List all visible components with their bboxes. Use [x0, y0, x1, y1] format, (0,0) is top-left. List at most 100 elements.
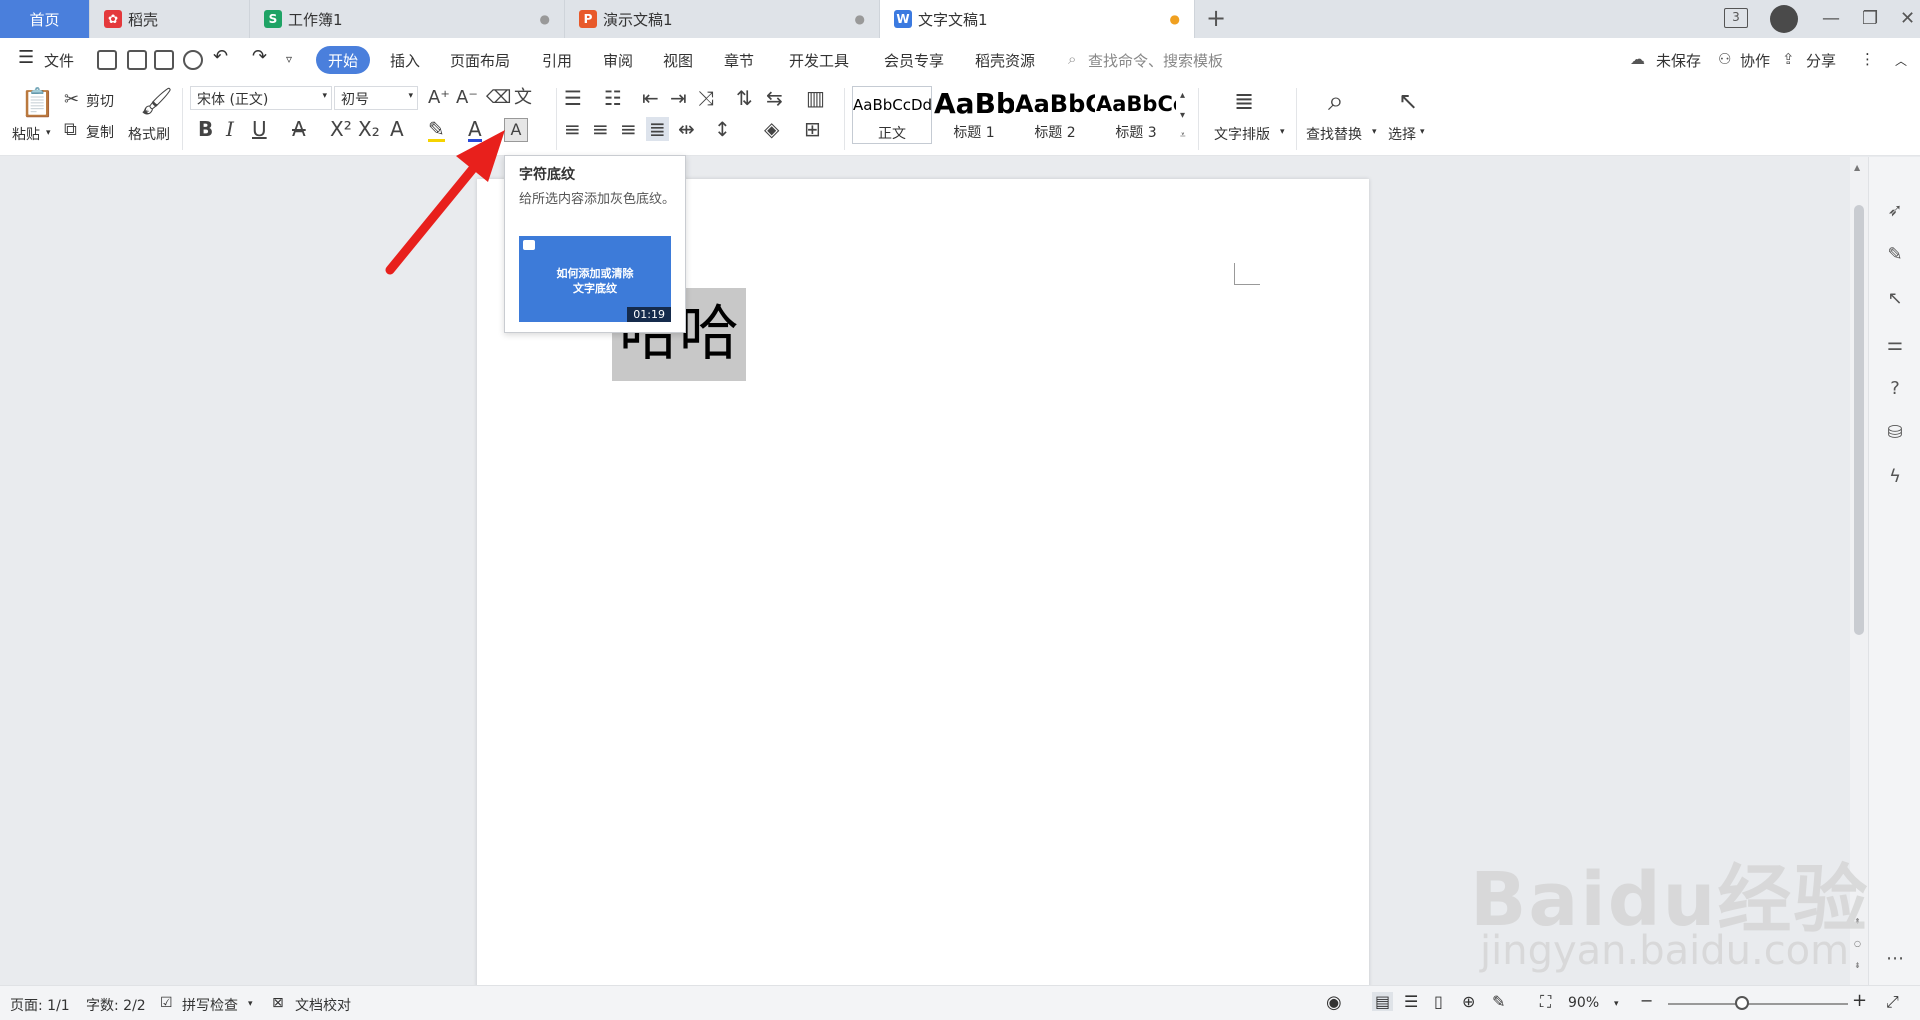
adjust-icon[interactable]: ⚌ — [1883, 333, 1907, 357]
superscript-icon[interactable]: X² — [330, 119, 352, 139]
command-search-input[interactable]: 查找命令、搜索模板 — [1088, 50, 1223, 71]
tab-page-layout[interactable]: 页面布局 — [450, 50, 510, 71]
pointer-icon[interactable]: ↖ — [1883, 287, 1907, 311]
tab-start[interactable]: 开始 — [316, 46, 370, 74]
more-options-icon[interactable]: ⋮ — [1860, 50, 1875, 68]
align-left-icon[interactable]: ≡ — [564, 119, 581, 139]
page-indicator[interactable]: 页面: 1/1 — [10, 995, 70, 1015]
find-replace-button[interactable]: 查找替换 — [1306, 124, 1362, 144]
print-icon[interactable] — [154, 50, 174, 70]
tab-references[interactable]: 引用 — [542, 50, 572, 71]
gallery-scroll-up-icon[interactable]: ▴ — [1180, 86, 1185, 106]
rocket-icon[interactable]: ➶ — [1883, 199, 1907, 223]
style-normal[interactable]: AaBbCcDd 正文 — [852, 86, 932, 144]
copy-button[interactable]: 复制 — [86, 122, 114, 142]
clear-formatting-icon[interactable]: ⌫ — [486, 88, 511, 108]
reading-view-icon[interactable]: ▯ — [1434, 992, 1443, 1011]
minimize-icon[interactable]: — — [1822, 8, 1840, 29]
strikethrough-icon[interactable]: A — [292, 119, 306, 139]
format-painter-button[interactable]: 格式刷 — [128, 124, 170, 144]
share-button[interactable]: 分享 — [1806, 50, 1836, 71]
tab-presentation[interactable]: P 演示文稿1 ● — [565, 0, 880, 38]
tab-close-icon[interactable]: ● — [855, 12, 865, 26]
format-painter-icon[interactable]: 🖌 — [140, 88, 173, 116]
write-mode-icon[interactable]: ✎ — [1492, 992, 1505, 1011]
customize-quick-access-icon[interactable]: ▿ — [286, 52, 292, 66]
justify-icon[interactable]: ≣ — [646, 117, 669, 141]
unsaved-status[interactable]: 未保存 — [1656, 50, 1701, 71]
zoom-out-icon[interactable]: − — [1640, 991, 1653, 1010]
select-cursor-icon[interactable]: ↖ — [1398, 88, 1418, 114]
doc-proof-button[interactable]: 文档校对 — [295, 995, 351, 1015]
tab-daoke-resources[interactable]: 稻壳资源 — [975, 50, 1035, 71]
tab-section[interactable]: 章节 — [724, 50, 754, 71]
font-name-select[interactable]: 宋体 (正文) ▾ — [190, 86, 332, 110]
tab-home[interactable]: 首页 — [0, 0, 90, 38]
tab-view[interactable]: 视图 — [663, 50, 693, 71]
sort-icon[interactable]: ⇅ — [736, 88, 753, 108]
text-layout-button[interactable]: 文字排版 — [1214, 124, 1270, 144]
new-tab-button[interactable]: + — [1206, 4, 1226, 32]
line-spacing-icon[interactable]: ↕ — [714, 119, 731, 139]
window-count-badge[interactable]: 3 — [1724, 8, 1748, 28]
underline-icon[interactable]: U — [252, 119, 267, 139]
copy-icon[interactable]: ⧉ — [64, 120, 77, 140]
tab-developer[interactable]: 开发工具 — [789, 50, 849, 71]
style-heading-1[interactable]: AaBb 标题 1 — [934, 86, 1014, 144]
word-count[interactable]: 字数: 2/2 — [86, 995, 146, 1015]
align-right-icon[interactable]: ≡ — [620, 119, 637, 139]
phonetic-guide-icon[interactable]: 文 — [514, 88, 532, 108]
decrease-font-size-icon[interactable]: A⁻ — [456, 88, 478, 108]
gallery-scroll-down-icon[interactable]: ▾ — [1180, 106, 1185, 126]
collapse-ribbon-icon[interactable]: ︿ — [1895, 52, 1907, 69]
scroll-up-icon[interactable]: ▲ — [1854, 163, 1860, 172]
print-preview-icon[interactable] — [183, 50, 203, 70]
tutorial-video-thumbnail[interactable]: 如何添加或清除 文字底纹 01:19 — [519, 236, 671, 322]
increase-indent-icon[interactable]: ⇥ — [670, 88, 687, 108]
cut-button[interactable]: 剪切 — [86, 91, 114, 111]
subscript-icon[interactable]: X₂ — [358, 119, 380, 139]
scrollbar-thumb[interactable] — [1854, 205, 1864, 635]
text-layout-icon[interactable]: ≣ — [1234, 88, 1254, 114]
tab-document[interactable]: W 文字文稿1 ● — [880, 0, 1195, 38]
paste-icon[interactable]: 📋 — [20, 88, 55, 118]
style-heading-3[interactable]: AaBbCc 标题 3 — [1096, 86, 1176, 144]
chinese-layout-icon[interactable]: ⤨ — [698, 88, 714, 108]
shading-fill-icon[interactable]: ◈ — [764, 119, 779, 139]
export-pdf-icon[interactable] — [127, 50, 147, 70]
tab-daoke[interactable]: ✿ 稻壳 — [90, 0, 250, 38]
close-window-icon[interactable]: ✕ — [1900, 8, 1915, 29]
style-heading-2[interactable]: AaBbC 标题 2 — [1015, 86, 1095, 144]
zoom-level[interactable]: 90% — [1568, 995, 1599, 1011]
select-button[interactable]: 选择 — [1388, 124, 1416, 144]
fullscreen-icon[interactable]: ⤢ — [1886, 992, 1899, 1012]
file-menu[interactable]: 文件 — [44, 50, 74, 71]
zoom-slider-handle[interactable] — [1735, 996, 1749, 1010]
pen-icon[interactable]: ✎ — [1883, 243, 1907, 267]
outline-view-icon[interactable]: ☰ — [1404, 992, 1418, 1011]
zoom-in-icon[interactable]: + — [1852, 990, 1867, 1011]
avatar[interactable] — [1770, 5, 1798, 33]
tab-review[interactable]: 审阅 — [603, 50, 633, 71]
italic-icon[interactable]: I — [226, 119, 234, 139]
menu-hamburger-icon[interactable]: ☰ — [18, 47, 34, 68]
font-size-select[interactable]: 初号 ▾ — [334, 86, 418, 110]
restore-icon[interactable]: ❐ — [1862, 8, 1878, 29]
show-marks-icon[interactable]: ⇆ — [766, 88, 783, 108]
tab-ruler-icon[interactable]: ▥ — [806, 88, 825, 108]
tab-close-icon[interactable]: ● — [540, 12, 550, 26]
bold-icon[interactable]: B — [198, 119, 213, 139]
tab-member[interactable]: 会员专享 — [884, 50, 944, 71]
bullet-list-icon[interactable]: ☰ — [564, 88, 582, 108]
numbered-list-icon[interactable]: ☷ — [604, 88, 622, 108]
paste-button[interactable]: 粘贴 — [12, 124, 40, 144]
gallery-more-icon[interactable]: ⩡ — [1180, 126, 1186, 146]
align-center-icon[interactable]: ≡ — [592, 119, 609, 139]
more-icon[interactable]: ⋯ — [1883, 947, 1907, 971]
decrease-indent-icon[interactable]: ⇤ — [642, 88, 659, 108]
zoom-slider[interactable] — [1668, 1003, 1848, 1005]
tab-insert[interactable]: 插入 — [390, 50, 420, 71]
eye-protection-icon[interactable]: ◉ — [1326, 992, 1342, 1013]
web-view-icon[interactable]: ⊕ — [1462, 992, 1475, 1011]
page-down-icon[interactable]: ⇟ — [1854, 961, 1861, 970]
